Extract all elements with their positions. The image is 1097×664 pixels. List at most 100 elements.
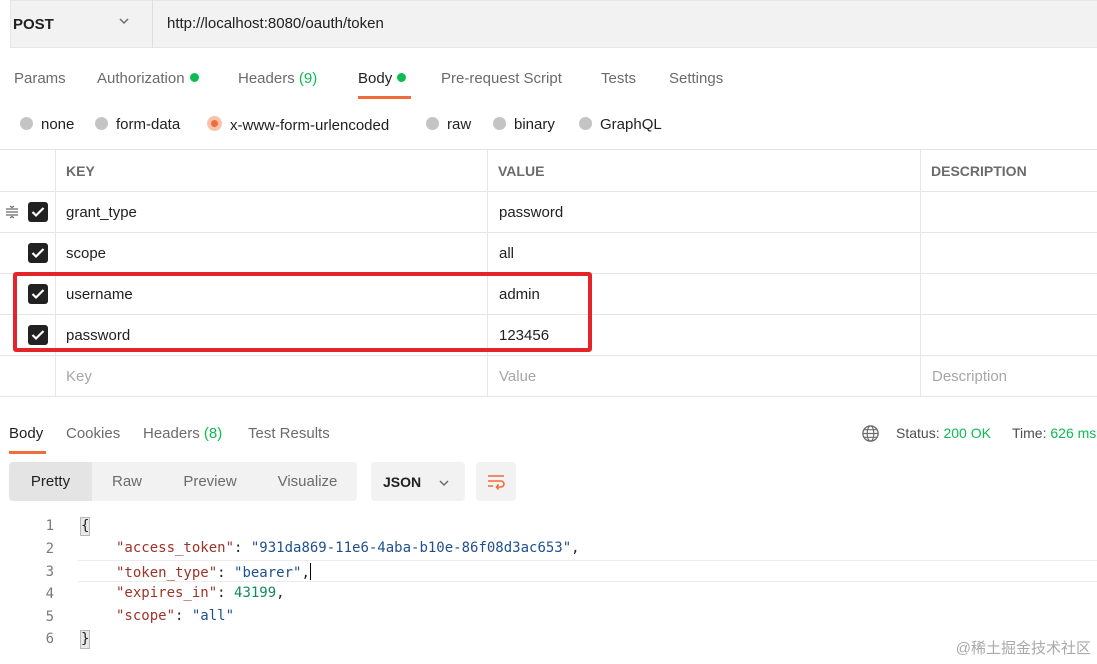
json-key: "token_type"	[116, 565, 218, 581]
row-key[interactable]: grant_type	[66, 204, 137, 221]
line-number: 2	[45, 541, 54, 557]
radio-x-www-form-urlencoded[interactable]: x-www-form-urlencoded	[207, 116, 389, 134]
radio-icon	[493, 117, 506, 130]
table-border	[0, 149, 1097, 150]
tab-pre-request-script[interactable]: Pre-request Script	[441, 70, 562, 87]
tab-label: Body	[9, 425, 44, 442]
radio-icon	[20, 117, 33, 130]
url-input[interactable]: http://localhost:8080/oauth/token	[167, 15, 384, 32]
response-tab-cookies[interactable]: Cookies	[66, 425, 120, 442]
view-visualize-button[interactable]: Visualize	[258, 462, 357, 501]
check-icon	[31, 207, 45, 218]
key-input[interactable]: Key	[66, 368, 92, 385]
tab-params[interactable]: Params	[14, 70, 66, 87]
time-indicator: Time: 626 ms	[1012, 425, 1096, 441]
format-label: JSON	[383, 474, 422, 490]
active-tab-indicator	[358, 96, 411, 99]
view-preview-button[interactable]: Preview	[162, 462, 258, 501]
json-key: "scope"	[116, 608, 176, 624]
code-line[interactable]: "expires_in": 43199,	[116, 585, 285, 601]
row-value[interactable]: all	[499, 245, 514, 262]
json-comma: ,	[276, 585, 285, 601]
globe-icon[interactable]	[861, 424, 880, 443]
json-comma: ,	[301, 565, 310, 581]
json-number: 43199	[234, 585, 277, 601]
response-tab-headers[interactable]: Headers (8)	[143, 425, 222, 442]
response-tab-body[interactable]: Body	[9, 425, 43, 442]
time-label: Time:	[1012, 425, 1047, 441]
tab-label: Headers	[238, 70, 295, 87]
brace-open: {	[80, 517, 91, 536]
radio-graphql[interactable]: GraphQL	[579, 116, 662, 133]
view-mode-group: Pretty Raw Preview Visualize	[9, 462, 357, 501]
tab-label: Settings	[669, 70, 724, 87]
text-cursor	[309, 563, 311, 580]
line-number: 5	[45, 609, 54, 625]
highlight-box	[13, 272, 592, 352]
chevron-down-icon	[119, 18, 129, 25]
drag-handle-icon[interactable]	[5, 205, 19, 219]
code-line[interactable]: }	[80, 630, 91, 649]
line-number: 3	[45, 564, 54, 580]
radio-icon	[95, 117, 108, 130]
view-raw-button[interactable]: Raw	[92, 462, 162, 501]
tab-settings[interactable]: Settings	[669, 70, 723, 87]
time-value: 626 ms	[1050, 425, 1097, 441]
row-checkbox[interactable]	[28, 202, 48, 222]
table-border	[0, 191, 1097, 192]
table-border	[0, 355, 1097, 356]
radio-label: binary	[514, 116, 555, 133]
response-tab-test-results[interactable]: Test Results	[248, 425, 330, 442]
active-tab-indicator	[9, 451, 46, 454]
row-value[interactable]: password	[499, 204, 563, 221]
line-number: 6	[45, 631, 54, 647]
radio-label: GraphQL	[600, 116, 662, 133]
chevron-down-icon	[439, 480, 449, 487]
row-checkbox[interactable]	[28, 243, 48, 263]
radio-label: raw	[447, 116, 472, 133]
radio-icon	[426, 117, 439, 130]
column-header-description: DESCRIPTION	[931, 163, 1027, 179]
method-label: POST	[13, 16, 54, 33]
radio-form-data[interactable]: form-data	[95, 116, 180, 133]
json-sep: :	[217, 585, 235, 601]
code-line[interactable]: "access_token": "931da869-11e6-4aba-b10e…	[116, 540, 580, 556]
code-line[interactable]: {	[80, 517, 91, 536]
code-line[interactable]: "scope": "all"	[116, 608, 234, 624]
row-key[interactable]: scope	[66, 245, 106, 262]
description-input[interactable]: Description	[932, 368, 1007, 385]
check-icon	[31, 248, 45, 259]
table-border	[920, 149, 921, 396]
radio-binary[interactable]: binary	[493, 116, 555, 133]
radio-label: x-www-form-urlencoded	[230, 117, 390, 134]
tab-label: Test Results	[248, 425, 330, 442]
value-input[interactable]: Value	[499, 368, 536, 385]
line-number: 4	[45, 586, 54, 602]
tab-count: (9)	[298, 70, 318, 87]
tab-label: Body	[358, 70, 393, 87]
view-pretty-button[interactable]: Pretty	[9, 462, 92, 501]
radio-icon	[579, 117, 592, 130]
table-border	[0, 396, 1097, 397]
status-label: Status:	[896, 425, 940, 441]
code-line[interactable]: "token_type": "bearer",	[116, 563, 311, 581]
tab-tests[interactable]: Tests	[601, 70, 636, 87]
radio-selected-icon	[207, 116, 222, 131]
tab-body[interactable]: Body	[358, 70, 407, 87]
radio-raw[interactable]: raw	[426, 116, 471, 133]
json-key: "access_token"	[116, 540, 235, 556]
watermark: @稀土掘金技术社区	[955, 640, 1091, 657]
tab-label: Pre-request Script	[441, 70, 562, 87]
json-string: "bearer"	[234, 565, 302, 581]
tab-label: Cookies	[66, 425, 121, 442]
line-number: 1	[45, 518, 54, 534]
radio-label: form-data	[116, 116, 181, 133]
json-string: "931da869-11e6-4aba-b10e-86f08d3ac653"	[250, 540, 572, 556]
tab-headers[interactable]: Headers (9)	[238, 70, 317, 87]
tab-label: Tests	[601, 70, 637, 87]
radio-none[interactable]: none	[20, 116, 74, 133]
column-header-value: VALUE	[498, 163, 545, 179]
json-comma: ,	[571, 540, 580, 556]
tab-authorization[interactable]: Authorization	[97, 70, 199, 87]
tab-count: (8)	[203, 425, 223, 442]
